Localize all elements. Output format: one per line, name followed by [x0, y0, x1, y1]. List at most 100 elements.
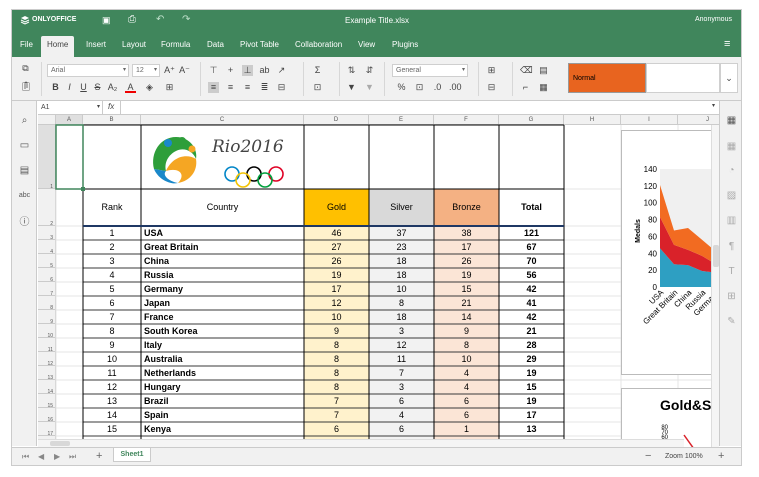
cell-rank[interactable]: 2: [86, 240, 138, 254]
cell-country[interactable]: Australia: [144, 352, 301, 366]
copy-icon[interactable]: ⧉: [20, 63, 31, 74]
borders-icon[interactable]: ⊞: [164, 82, 175, 93]
cell-country[interactable]: Russia: [144, 268, 301, 282]
cell-rank[interactable]: 5: [86, 282, 138, 296]
cell-style-expand[interactable]: ⌄: [720, 63, 738, 93]
shape-settings-icon[interactable]: ◔: [725, 164, 738, 177]
cell-gold[interactable]: 9: [307, 324, 366, 338]
decrease-decimal-icon[interactable]: .0: [432, 82, 443, 93]
cell-bronze[interactable]: 6: [437, 408, 496, 422]
cell-bronze[interactable]: 4: [437, 366, 496, 380]
cell-rank[interactable]: 13: [86, 394, 138, 408]
cell-rank[interactable]: 10: [86, 352, 138, 366]
search-icon[interactable]: ⌕: [18, 114, 31, 127]
align-bottom-icon[interactable]: ⊥: [242, 65, 253, 76]
delete-cells-icon[interactable]: ⊟: [486, 82, 497, 93]
cell-rank[interactable]: 4: [86, 268, 138, 282]
cell-country[interactable]: USA: [144, 226, 301, 240]
vertical-scrollbar[interactable]: [711, 125, 719, 447]
cell-rank[interactable]: 9: [86, 338, 138, 352]
chart-settings-icon[interactable]: ▥: [725, 214, 738, 227]
cell-gold[interactable]: 26: [307, 254, 366, 268]
cell-rank[interactable]: 3: [86, 254, 138, 268]
font-color-icon[interactable]: A: [125, 82, 136, 93]
cell-country[interactable]: Great Britain: [144, 240, 301, 254]
align-right-icon[interactable]: ≡: [242, 82, 253, 93]
cell-total[interactable]: 42: [502, 282, 561, 296]
image-settings-icon[interactable]: ▨: [725, 189, 738, 202]
cell-total[interactable]: 121: [502, 226, 561, 240]
fill-handle[interactable]: [81, 187, 85, 191]
print-icon[interactable]: ⎙: [128, 14, 136, 25]
cell-silver[interactable]: 6: [372, 394, 431, 408]
user-name[interactable]: Anonymous: [695, 16, 732, 23]
save-icon[interactable]: ▣: [102, 15, 111, 26]
chat-icon[interactable]: ▤: [18, 164, 31, 177]
copy-style-icon[interactable]: ⌐: [520, 82, 531, 93]
cell-silver[interactable]: 11: [372, 352, 431, 366]
cell-country[interactable]: Kenya: [144, 422, 301, 436]
cell-country[interactable]: Germany: [144, 282, 301, 296]
wrap-text-icon[interactable]: ab: [259, 65, 270, 76]
cell-gold[interactable]: 19: [307, 268, 366, 282]
tab-home[interactable]: Home: [41, 36, 75, 57]
tab-plugins[interactable]: Plugins: [386, 36, 424, 57]
sort-desc-icon[interactable]: ⇵: [364, 65, 375, 76]
cell-bronze[interactable]: 17: [437, 240, 496, 254]
cell-total[interactable]: 29: [502, 352, 561, 366]
conditional-format-icon[interactable]: ▤: [538, 65, 549, 76]
cell-silver[interactable]: 23: [372, 240, 431, 254]
cell-gold[interactable]: 12: [307, 296, 366, 310]
align-middle-icon[interactable]: +: [225, 65, 236, 76]
chart-medals[interactable]: 140 120 100 80 60 40 20 0 Medals USA Great Britain…: [621, 130, 719, 375]
zoom-in-icon[interactable]: +: [718, 450, 724, 462]
named-range-icon[interactable]: ⊡: [312, 82, 323, 93]
header-gold[interactable]: Gold: [307, 189, 366, 226]
cell-total[interactable]: 56: [502, 268, 561, 282]
cell-gold[interactable]: 8: [307, 366, 366, 380]
cell-reference-box[interactable]: A1 ▾: [38, 101, 103, 114]
cell-rank[interactable]: 6: [86, 296, 138, 310]
cell-country[interactable]: Brazil: [144, 394, 301, 408]
cell-bronze[interactable]: 8: [437, 338, 496, 352]
cell-total[interactable]: 17: [502, 408, 561, 422]
cell-bronze[interactable]: 4: [437, 380, 496, 394]
cell-silver[interactable]: 6: [372, 422, 431, 436]
about-icon[interactable]: ⓘ: [18, 216, 31, 229]
cell-rank[interactable]: 8: [86, 324, 138, 338]
increase-decimal-icon[interactable]: .00: [449, 82, 462, 93]
cell-style-normal[interactable]: Normal: [568, 63, 646, 93]
cell-gold[interactable]: 6: [307, 422, 366, 436]
cell-total[interactable]: 67: [502, 240, 561, 254]
cell-silver[interactable]: 10: [372, 282, 431, 296]
filter-icon[interactable]: ▼: [346, 82, 357, 93]
header-country[interactable]: Country: [144, 189, 301, 226]
paste-icon[interactable]: 📋︎: [20, 81, 31, 92]
header-rank[interactable]: Rank: [86, 189, 138, 226]
cell-bronze[interactable]: 38: [437, 226, 496, 240]
tab-file[interactable]: File: [14, 36, 39, 57]
fx-icon[interactable]: fx: [108, 102, 114, 111]
cell-bronze[interactable]: 15: [437, 282, 496, 296]
cell-silver[interactable]: 3: [372, 380, 431, 394]
cell-rank[interactable]: 12: [86, 380, 138, 394]
tab-pivot-table[interactable]: Pivot Table: [234, 36, 285, 57]
sheet-tab-sheet1[interactable]: Sheet1: [113, 448, 151, 462]
cell-silver[interactable]: 3: [372, 324, 431, 338]
accounting-icon[interactable]: ⊡: [414, 82, 425, 93]
fill-color-icon[interactable]: ◈: [144, 82, 155, 93]
cell-silver[interactable]: 18: [372, 268, 431, 282]
cell-silver[interactable]: 12: [372, 338, 431, 352]
merge-cells-icon[interactable]: ⊟: [276, 82, 287, 93]
vertical-scroll-thumb[interactable]: [713, 245, 719, 267]
cell-gold[interactable]: 46: [307, 226, 366, 240]
cell-silver[interactable]: 7: [372, 366, 431, 380]
cell-rank[interactable]: 1: [86, 226, 138, 240]
horizontal-scroll-thumb[interactable]: [50, 441, 70, 446]
signature-settings-icon[interactable]: ✎: [725, 315, 738, 328]
italic-icon[interactable]: I: [64, 82, 75, 93]
cell-country[interactable]: Italy: [144, 338, 301, 352]
subscript-icon[interactable]: A₂: [107, 82, 118, 93]
cell-bronze[interactable]: 21: [437, 296, 496, 310]
cell-total[interactable]: 41: [502, 296, 561, 310]
